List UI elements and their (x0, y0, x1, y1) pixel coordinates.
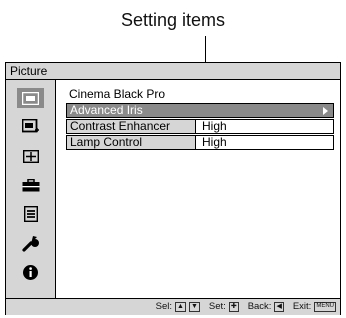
set-label: Set: (208, 301, 226, 312)
menu-item-lamp-control[interactable]: Lamp Control High (66, 135, 334, 150)
key-guide-footer: Sel: ▲ ▼ Set: ✚ Back: ◀ Exit: MENU (6, 298, 340, 315)
screen-icon[interactable] (17, 146, 44, 166)
menu-item-contrast-enhancer[interactable]: Contrast Enhancer High (66, 119, 334, 134)
menu-item-label: Advanced Iris (70, 103, 143, 117)
menu-item-label: Contrast Enhancer (70, 119, 171, 133)
menu-group-header: Cinema Black Pro (69, 87, 166, 101)
back-label: Back: (247, 301, 272, 312)
menu-item-advanced-iris[interactable]: Advanced Iris (66, 103, 334, 118)
up-arrow-key-icon: ▲ (175, 302, 186, 312)
exit-label: Exit: (292, 301, 312, 312)
menu-item-label: Lamp Control (70, 135, 143, 149)
submenu-arrow-icon (323, 107, 328, 115)
down-arrow-key-icon: ▼ (188, 302, 200, 312)
information-icon[interactable] (17, 262, 44, 282)
setting-items-callout: Setting items (120, 10, 226, 30)
installation-icon[interactable] (17, 233, 44, 253)
left-arrow-key-icon: ◀ (274, 302, 284, 312)
picture-adjust-icon[interactable] (17, 117, 44, 137)
menu-key-icon: MENU (314, 302, 336, 312)
menu-sidebar (6, 80, 56, 298)
sel-label: Sel: (155, 301, 173, 312)
function-icon[interactable] (17, 204, 44, 224)
picture-icon[interactable] (17, 88, 44, 108)
menu-item-value: High (195, 136, 333, 149)
enter-key-icon: ✚ (228, 302, 239, 312)
menu-title: Picture (6, 63, 340, 80)
menu-item-value: High (195, 120, 333, 133)
setup-icon[interactable] (17, 175, 44, 195)
osd-menu-panel: Picture Cinema Black Pro Advanced Iris C… (5, 62, 341, 315)
